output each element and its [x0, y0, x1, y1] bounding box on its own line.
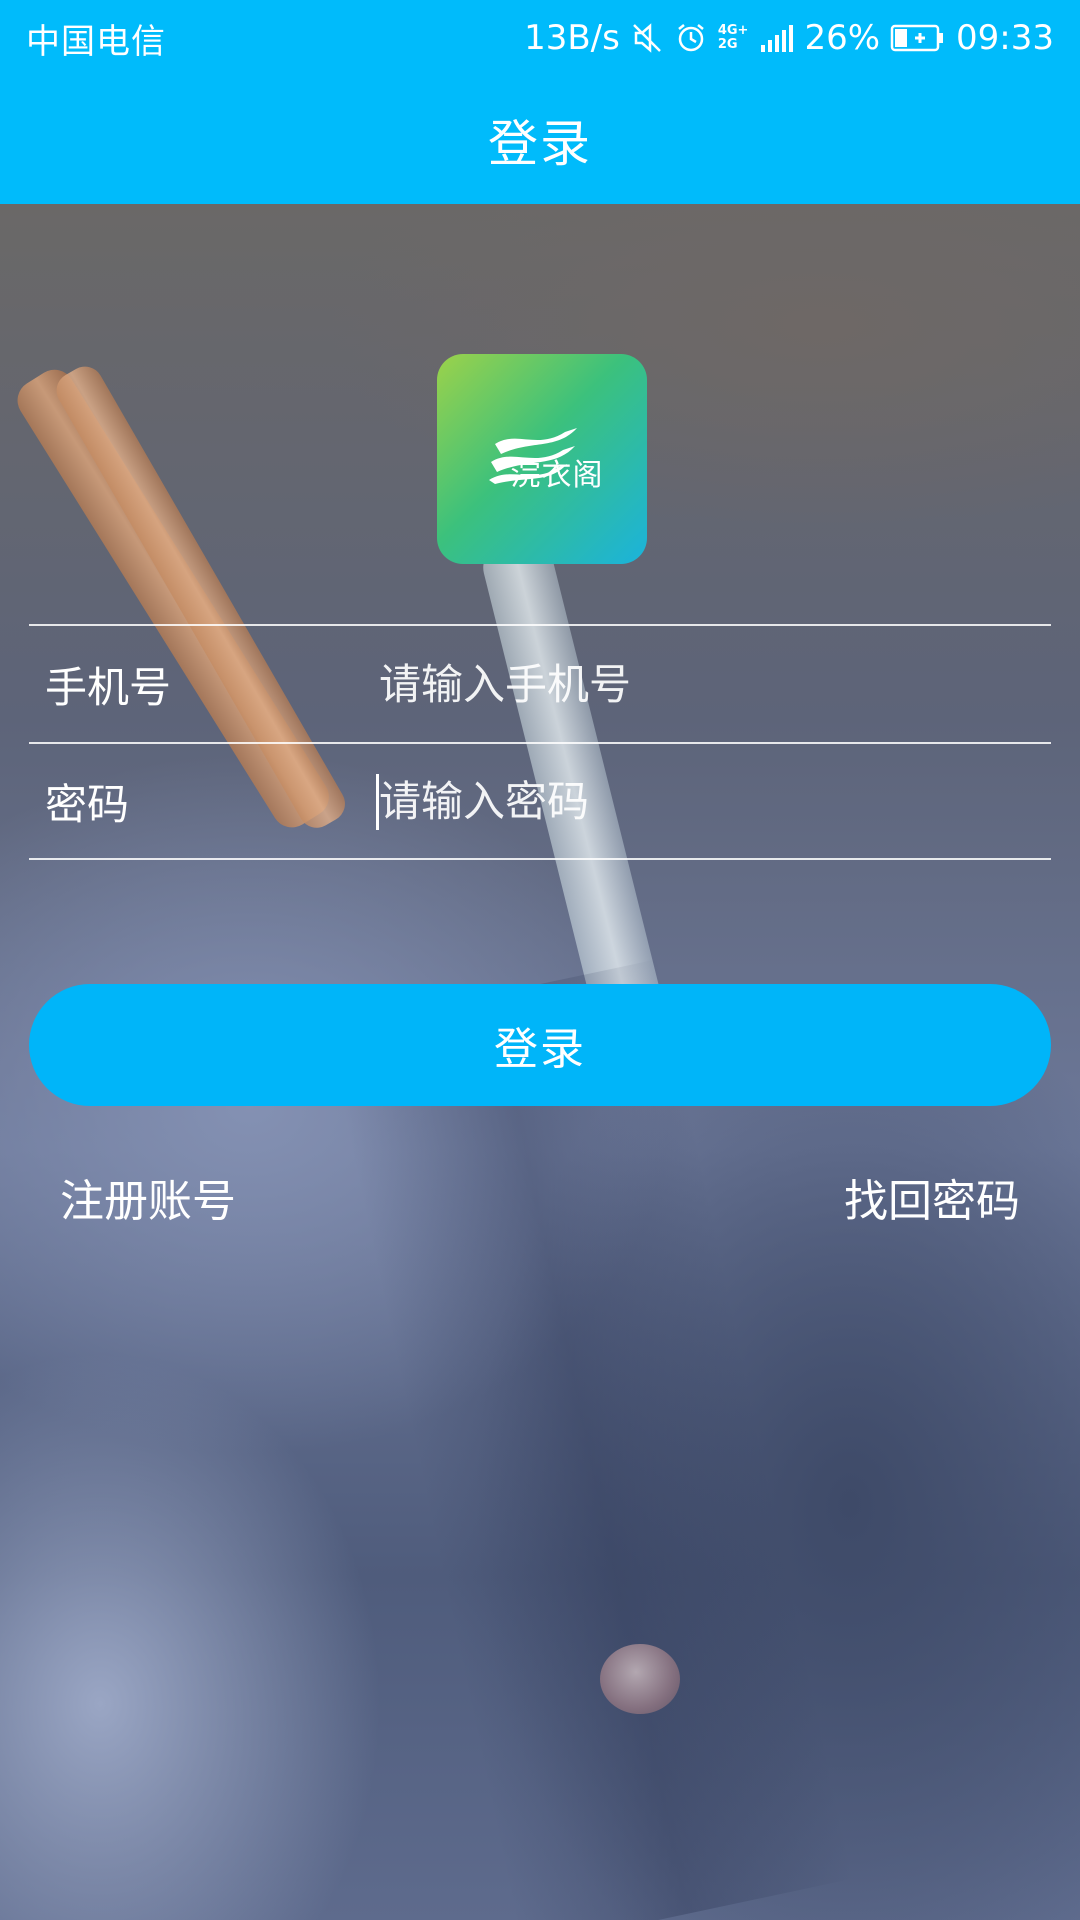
status-bar: 中国电信 13B/s 4G+ 2G 26% 09:33: [0, 0, 1080, 76]
jeans-button-shape: [600, 1644, 680, 1714]
network-type: 4G+ 2G: [717, 23, 749, 52]
login-form: 手机号 密码: [29, 624, 1051, 860]
alarm-icon: [674, 21, 708, 55]
password-input[interactable]: [379, 761, 1051, 841]
login-button[interactable]: 登录: [29, 984, 1051, 1106]
title-bar: 登录: [0, 76, 1080, 204]
register-link[interactable]: 注册账号: [60, 1165, 236, 1229]
status-indicators: 13B/s 4G+ 2G 26% 09:33: [524, 18, 1054, 58]
password-label: 密码: [45, 779, 130, 829]
forgot-password-link[interactable]: 找回密码: [844, 1165, 1020, 1229]
logo-text: 浣衣阁: [510, 458, 604, 493]
phone-input[interactable]: [379, 644, 1051, 724]
signal-icon: [760, 23, 794, 53]
phone-row: 手机号: [29, 624, 1051, 742]
network-speed: 13B/s: [524, 18, 620, 58]
password-row: 密码: [29, 742, 1051, 860]
phone-label: 手机号: [45, 662, 172, 712]
carrier-name: 中国电信: [26, 21, 166, 62]
page-title: 登录: [488, 115, 592, 173]
text-cursor: [376, 774, 379, 830]
battery-percent: 26%: [804, 18, 881, 58]
mute-icon: [630, 21, 664, 55]
battery-charging-icon: [890, 23, 946, 53]
app-logo: 浣衣阁: [437, 354, 647, 564]
clock: 09:33: [956, 18, 1054, 58]
top-bar: 中国电信 13B/s 4G+ 2G 26% 09:33 登录: [0, 0, 1080, 204]
